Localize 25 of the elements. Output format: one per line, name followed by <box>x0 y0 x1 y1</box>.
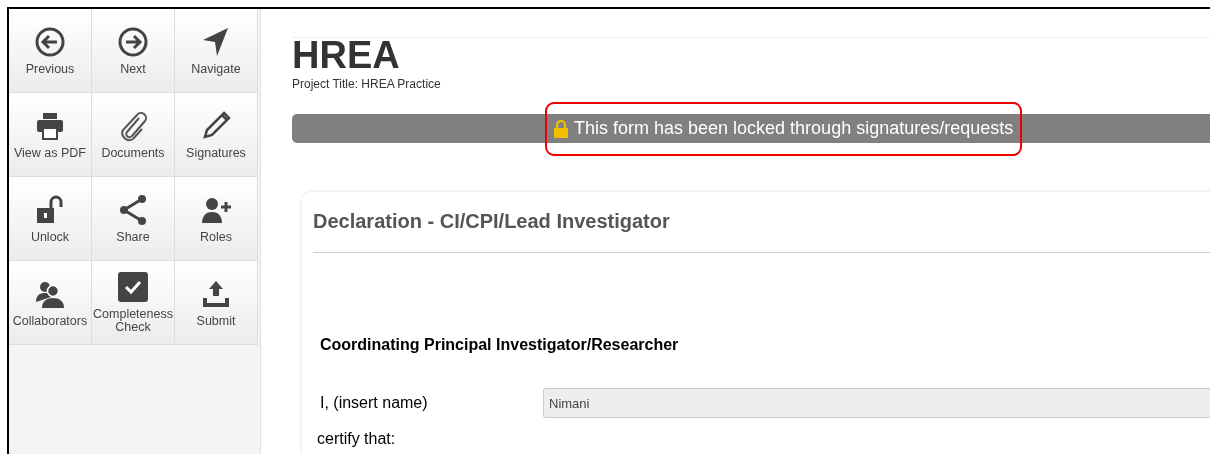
toolbar-button[interactable]: Completeness Check <box>92 261 175 345</box>
toolbar-button[interactable]: Share <box>92 177 175 261</box>
certify-text: certify that: <box>317 430 397 448</box>
toolbar-button[interactable]: Navigate <box>175 9 258 93</box>
form-heading: Declaration - CI/CPI/Lead Investigator <box>313 210 1210 253</box>
name-input-field[interactable]: Nimani <box>543 388 1210 418</box>
project-title: Project Title: HREA Practice <box>292 77 442 91</box>
toolbar-button[interactable]: Submit <box>175 261 258 345</box>
toolbar-button[interactable]: Signatures <box>175 93 258 177</box>
toolbar-button[interactable]: View as PDF <box>9 93 92 177</box>
field-label: I, (insert name) <box>320 394 429 412</box>
section-heading: Coordinating Principal Investigator/Researcher <box>320 336 680 354</box>
share-icon <box>117 193 149 226</box>
toolbar-button[interactable]: Previous <box>9 9 92 93</box>
toolbar-button[interactable]: Next <box>92 9 175 93</box>
padlock-icon <box>554 119 568 138</box>
unlocked-padlock-icon <box>34 193 66 226</box>
page-title: HREA <box>292 34 401 76</box>
toolbar-button[interactable]: Unlock <box>9 177 92 261</box>
toolbar-button[interactable]: Roles <box>175 177 258 261</box>
checkbox-icon <box>117 271 149 303</box>
locked-message: This form has been locked through signatures/requests <box>574 118 1014 139</box>
toolbar-button[interactable]: Collaborators <box>9 261 92 345</box>
toolbar-button[interactable]: Documents <box>92 93 175 177</box>
pencil-icon <box>200 109 232 142</box>
